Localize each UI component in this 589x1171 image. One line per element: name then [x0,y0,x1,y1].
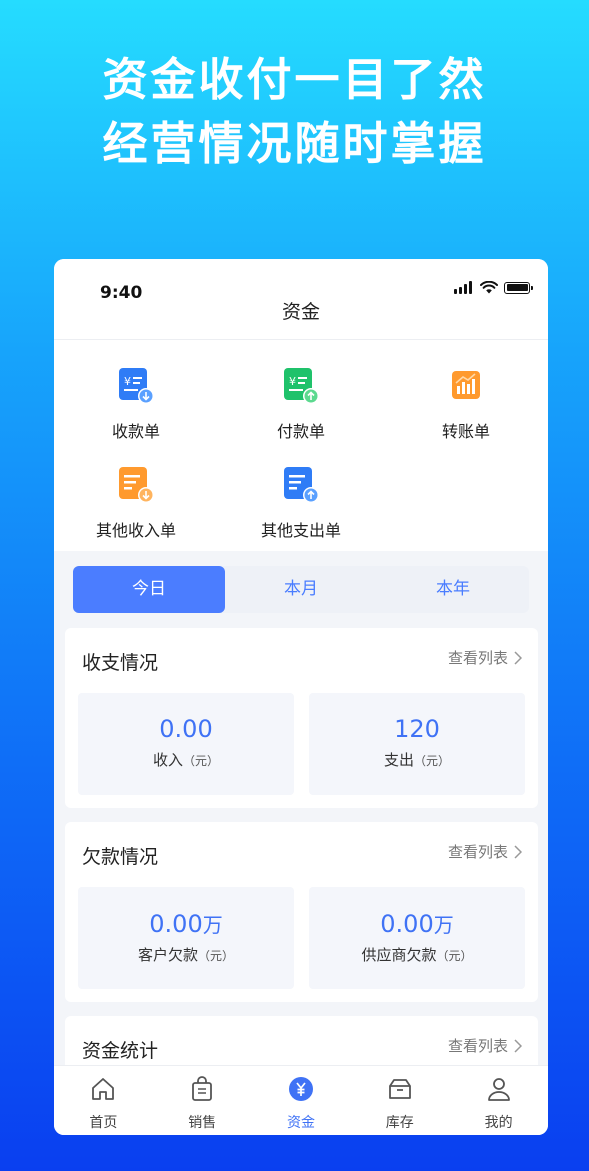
income-unit: （元） [183,754,220,768]
sales-bag-icon [192,1076,213,1101]
tabbar-label: 销售 [188,1115,217,1131]
menu-item-label: 转账单 [441,422,490,441]
debt-card: 欠款情况 查看列表 0.00万 客户欠款（元） 0.00万 供应商欠款（元） [65,822,538,1002]
supplier-debt-label: 供应商欠款 [361,946,437,964]
customer-debt-caption: 客户欠款（元） [78,944,294,965]
chevron-right-icon [514,844,522,859]
cellular-signal-icon [454,281,474,294]
tabbar-item-inventory[interactable]: 库存 [350,1066,449,1135]
income-stat[interactable]: 0.00 收入（元） [78,693,294,795]
bottom-tab-bar: 首页 销售 资金 库存 我的 [54,1065,548,1135]
promo-headline: 资金收付一目了然 经营情况随时掌握 [0,48,589,176]
card-title: 资金统计 [82,1040,159,1062]
income-label: 收入 [152,751,183,769]
expense-label: 支出 [383,751,414,769]
customer-debt-stat[interactable]: 0.00万 客户欠款（元） [78,887,294,989]
tab-today[interactable]: 今日 [73,566,225,613]
svg-text:¥: ¥ [124,375,131,388]
expense-stat[interactable]: 120 支出（元） [309,693,525,795]
tab-this-month[interactable]: 本月 [225,566,377,613]
customer-debt-value: 0.00万 [78,909,294,938]
card-title: 欠款情况 [82,846,159,868]
customer-debt-number: 0.00 [149,910,203,938]
home-icon [92,1078,115,1100]
yuan-icon [288,1077,313,1101]
view-list-label: 查看列表 [447,1037,508,1055]
view-list-label: 查看列表 [447,843,508,861]
inventory-icon [388,1079,411,1099]
income-expense-card: 收支情况 查看列表 0.00 收入（元） 120 支出（元） [65,628,538,808]
chevron-right-icon [514,1038,522,1053]
view-list-label: 查看列表 [447,649,508,667]
expense-unit: （元） [414,754,451,768]
supplier-debt-unit: （元） [436,949,473,963]
svg-text:¥: ¥ [289,375,296,388]
transfer-icon [446,366,486,406]
supplier-debt-value: 0.00万 [309,909,525,938]
expense-caption: 支出（元） [309,749,525,770]
tabbar-label: 库存 [385,1115,414,1131]
view-list-link[interactable]: 查看列表 [448,1035,522,1056]
promo-headline-line2: 经营情况随时掌握 [102,117,487,170]
payment-icon: ¥ [281,366,321,406]
tabbar-item-home[interactable]: 首页 [54,1066,153,1135]
menu-item-label: 付款单 [276,422,325,441]
status-bar: 9:40 资金 [54,259,548,339]
supplier-debt-number: 0.00 [380,910,434,938]
customer-debt-unit: （元） [198,949,235,963]
supplier-debt-suffix: 万 [433,913,454,937]
menu-item-other-income[interactable]: 其他收入单 [54,465,218,541]
promo-headline-line1: 资金收付一目了然 [102,53,487,106]
view-list-link[interactable]: 查看列表 [448,841,522,862]
supplier-debt-caption: 供应商欠款（元） [309,944,525,965]
battery-icon [504,281,533,294]
menu-item-label: 其他支出单 [260,521,341,540]
receipt-icon: ¥ [116,366,156,406]
customer-debt-suffix: 万 [202,913,223,937]
menu-item-label: 收款单 [111,422,160,441]
tabbar-label: 资金 [286,1115,315,1131]
menu-item-payment[interactable]: ¥ 付款单 [219,366,383,442]
other-expense-icon [281,465,321,505]
tabbar-item-funds[interactable]: 资金 [252,1066,351,1135]
tab-this-year[interactable]: 本年 [377,566,529,613]
view-list-link[interactable]: 查看列表 [448,647,522,668]
tabbar-item-me[interactable]: 我的 [449,1066,548,1135]
tabbar-label: 我的 [484,1115,513,1131]
income-value: 0.00 [159,715,213,743]
tabbar-label: 首页 [89,1115,118,1131]
expense-value: 120 [394,715,440,743]
quick-menu: ¥ 收款单 ¥ 付款单 转账单 其他收入单 其他支出单 [54,339,548,551]
menu-item-label: 其他收入单 [95,521,176,540]
menu-item-other-expense[interactable]: 其他支出单 [219,465,383,541]
other-income-icon [116,465,156,505]
menu-item-receipt[interactable]: ¥ 收款单 [54,366,218,442]
phone-screen: 9:40 资金 ¥ 收款单 ¥ 付款单 转账单 其他收入单 其他支出单 今日 本… [54,259,548,1135]
wifi-icon [480,281,498,294]
chevron-right-icon [514,650,522,665]
tabbar-item-sales[interactable]: 销售 [153,1066,252,1135]
card-title: 收支情况 [82,652,159,674]
period-tabs: 今日 本月 本年 [73,566,529,613]
user-icon [487,1078,510,1101]
supplier-debt-stat[interactable]: 0.00万 供应商欠款（元） [309,887,525,989]
customer-debt-label: 客户欠款 [137,946,198,964]
page-title: 资金 [281,301,320,323]
income-caption: 收入（元） [78,749,294,770]
menu-item-transfer[interactable]: 转账单 [384,366,548,442]
status-icons [454,281,533,294]
